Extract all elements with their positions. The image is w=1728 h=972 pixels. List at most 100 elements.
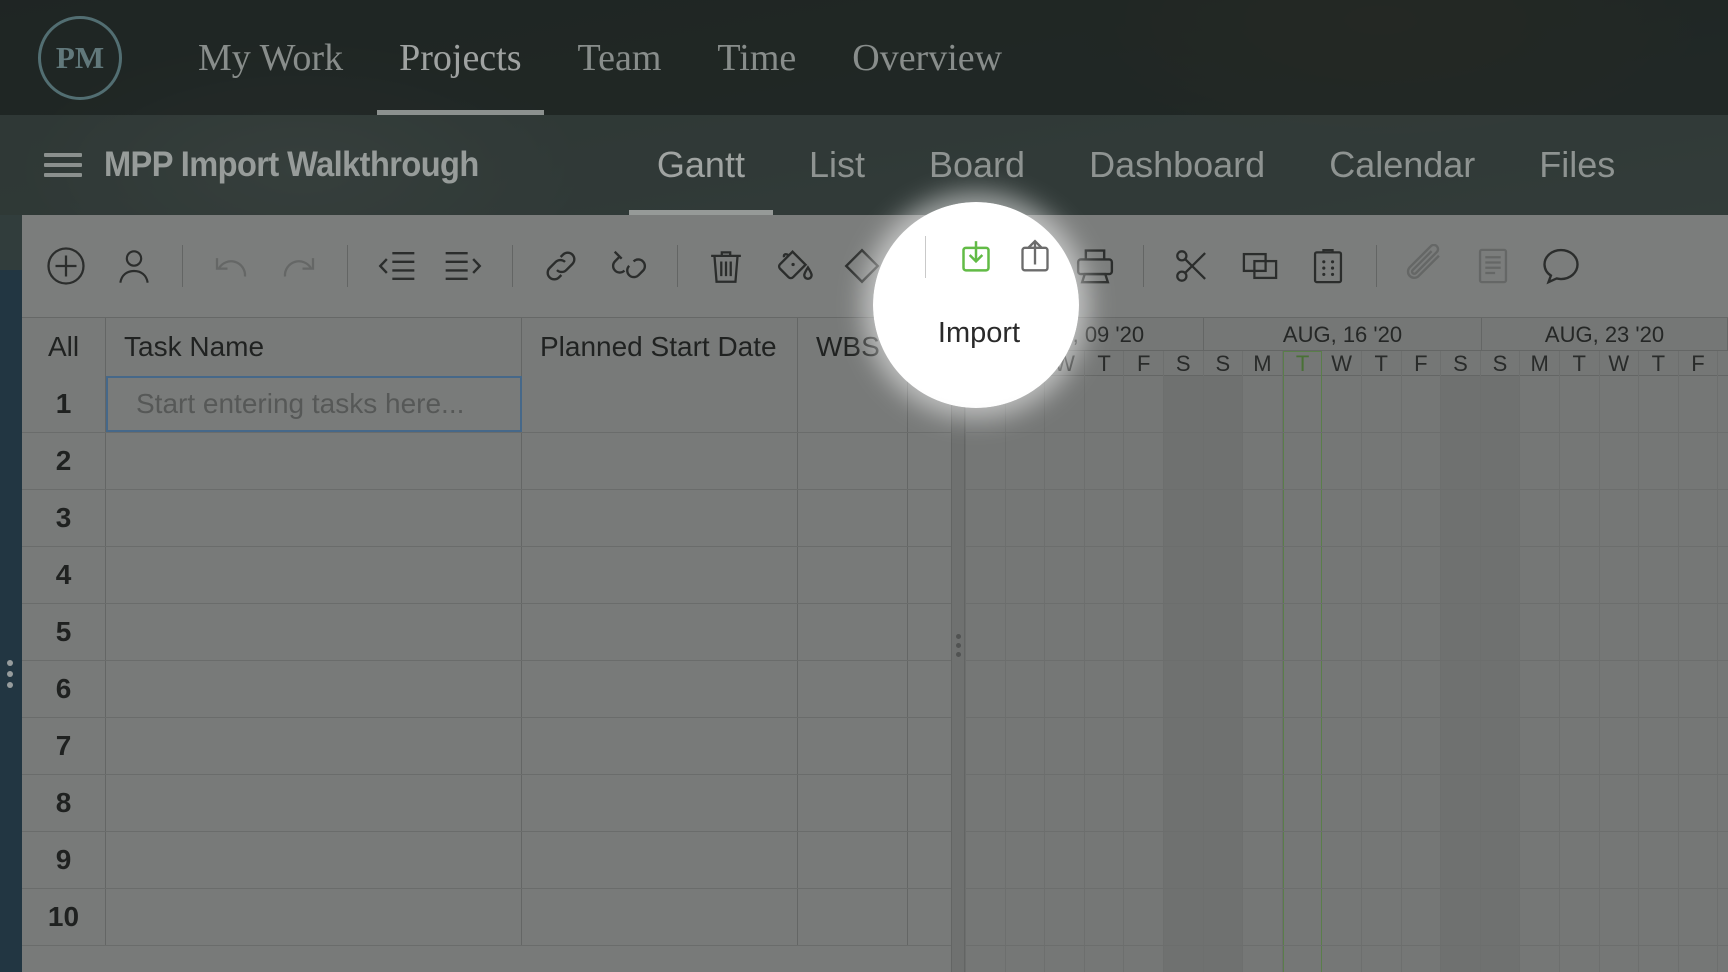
indent-button[interactable]	[435, 237, 493, 295]
wbs-cell[interactable]	[798, 376, 908, 432]
wbs-cell[interactable]	[798, 661, 908, 717]
table-row[interactable]: 8	[22, 775, 951, 832]
gantt-grid-body[interactable]	[966, 376, 1728, 972]
nav-item-overview[interactable]: Overview	[824, 0, 1030, 115]
milestone-button[interactable]	[833, 237, 891, 295]
planned-start-date-cell[interactable]	[522, 661, 798, 717]
task-name-cell[interactable]	[106, 433, 522, 489]
planned-start-date-cell[interactable]	[522, 775, 798, 831]
planned-start-date-cell[interactable]	[522, 832, 798, 888]
task-name-cell[interactable]	[106, 718, 522, 774]
table-row[interactable]: 1 Start entering tasks here...	[22, 376, 951, 433]
task-name-cell[interactable]	[106, 547, 522, 603]
table-row[interactable]: 5	[22, 604, 951, 661]
row-filler	[908, 376, 951, 432]
planned-start-date-cell[interactable]	[522, 889, 798, 945]
outdent-button[interactable]	[367, 237, 425, 295]
table-row[interactable]: 2	[22, 433, 951, 490]
tab-calendar[interactable]: Calendar	[1297, 115, 1507, 215]
task-name-cell[interactable]	[106, 661, 522, 717]
planned-start-date-cell[interactable]	[522, 376, 798, 432]
toolbar-separator	[347, 245, 348, 287]
app-logo[interactable]: PM	[38, 15, 122, 100]
unlink-tasks-button[interactable]	[600, 237, 658, 295]
gantt-row	[966, 490, 1728, 547]
hamburger-line	[44, 153, 82, 157]
tab-list[interactable]: List	[777, 115, 897, 215]
link-tasks-button[interactable]	[532, 237, 590, 295]
comments-button[interactable]	[1532, 237, 1590, 295]
nav-item-projects[interactable]: Projects	[371, 0, 549, 115]
nav-item-team[interactable]: Team	[550, 0, 690, 115]
export-button[interactable]	[998, 237, 1056, 295]
table-row[interactable]: 9	[22, 832, 951, 889]
wbs-cell[interactable]	[798, 547, 908, 603]
planned-start-date-cell[interactable]	[522, 718, 798, 774]
column-header-all[interactable]: All	[22, 318, 106, 376]
task-name-cell[interactable]	[106, 775, 522, 831]
print-button[interactable]	[1066, 237, 1124, 295]
task-name-cell[interactable]	[106, 490, 522, 546]
table-row[interactable]: 10	[22, 889, 951, 946]
sidebar-grip-icon[interactable]	[7, 655, 13, 693]
delete-button[interactable]	[697, 237, 755, 295]
gantt-day: M	[1520, 351, 1560, 376]
column-header-planned-start-date[interactable]: Planned Start Date	[522, 318, 798, 376]
tab-gantt[interactable]: Gantt	[625, 115, 777, 215]
task-name-placeholder: Start entering tasks here...	[136, 388, 465, 419]
tab-files[interactable]: Files	[1507, 115, 1647, 215]
gantt-content-area: All Task Name Planned Start Date WBS 1 S…	[22, 318, 1728, 972]
undo-button[interactable]	[202, 237, 260, 295]
import-button[interactable]	[930, 237, 988, 295]
paste-button[interactable]	[1299, 237, 1357, 295]
row-number: 7	[22, 718, 106, 774]
planned-start-date-cell[interactable]	[522, 604, 798, 660]
project-title: MPP Import Walkthrough	[104, 145, 479, 184]
row-number: 2	[22, 433, 106, 489]
column-header-wbs[interactable]: WBS	[798, 318, 908, 376]
planned-start-date-cell[interactable]	[522, 547, 798, 603]
gantt-day-today: T	[1282, 351, 1323, 376]
task-name-cell[interactable]	[106, 832, 522, 888]
gantt-chart: AUG, 09 '20 AUG, 16 '20 AUG, 23 '20 M T …	[966, 318, 1728, 972]
hamburger-icon[interactable]	[44, 147, 82, 183]
wbs-cell[interactable]	[798, 604, 908, 660]
task-name-cell[interactable]	[106, 604, 522, 660]
fill-color-button[interactable]	[765, 237, 823, 295]
notes-button[interactable]	[1464, 237, 1522, 295]
tab-dashboard[interactable]: Dashboard	[1057, 115, 1297, 215]
toolbar-separator	[182, 245, 183, 287]
gantt-row	[966, 661, 1728, 718]
cut-button[interactable]	[1163, 237, 1221, 295]
table-row[interactable]: 4	[22, 547, 951, 604]
nav-item-time[interactable]: Time	[689, 0, 824, 115]
column-header-task-name[interactable]: Task Name	[106, 318, 522, 376]
redo-button[interactable]	[270, 237, 328, 295]
project-bar: MPP Import Walkthrough Gantt List Board …	[0, 115, 1728, 215]
add-task-button[interactable]	[37, 237, 95, 295]
hamburger-line	[44, 173, 82, 177]
pane-splitter[interactable]	[951, 318, 965, 972]
copy-button[interactable]	[1231, 237, 1289, 295]
table-row[interactable]: 6	[22, 661, 951, 718]
nav-item-my-work[interactable]: My Work	[170, 0, 371, 115]
wbs-cell[interactable]	[798, 889, 908, 945]
toolbar-separator	[925, 236, 926, 278]
left-sidebar-rail[interactable]	[0, 215, 22, 972]
wbs-cell[interactable]	[798, 433, 908, 489]
assign-resource-button[interactable]	[105, 237, 163, 295]
table-row[interactable]: 3	[22, 490, 951, 547]
wbs-cell[interactable]	[798, 490, 908, 546]
attachment-button[interactable]	[1396, 237, 1454, 295]
wbs-cell[interactable]	[798, 832, 908, 888]
row-number: 9	[22, 832, 106, 888]
task-name-cell[interactable]	[106, 889, 522, 945]
gantt-day: T	[1639, 351, 1679, 376]
task-name-input[interactable]: Start entering tasks here...	[106, 376, 522, 432]
tab-board[interactable]: Board	[897, 115, 1057, 215]
planned-start-date-cell[interactable]	[522, 490, 798, 546]
planned-start-date-cell[interactable]	[522, 433, 798, 489]
wbs-cell[interactable]	[798, 718, 908, 774]
wbs-cell[interactable]	[798, 775, 908, 831]
table-row[interactable]: 7	[22, 718, 951, 775]
